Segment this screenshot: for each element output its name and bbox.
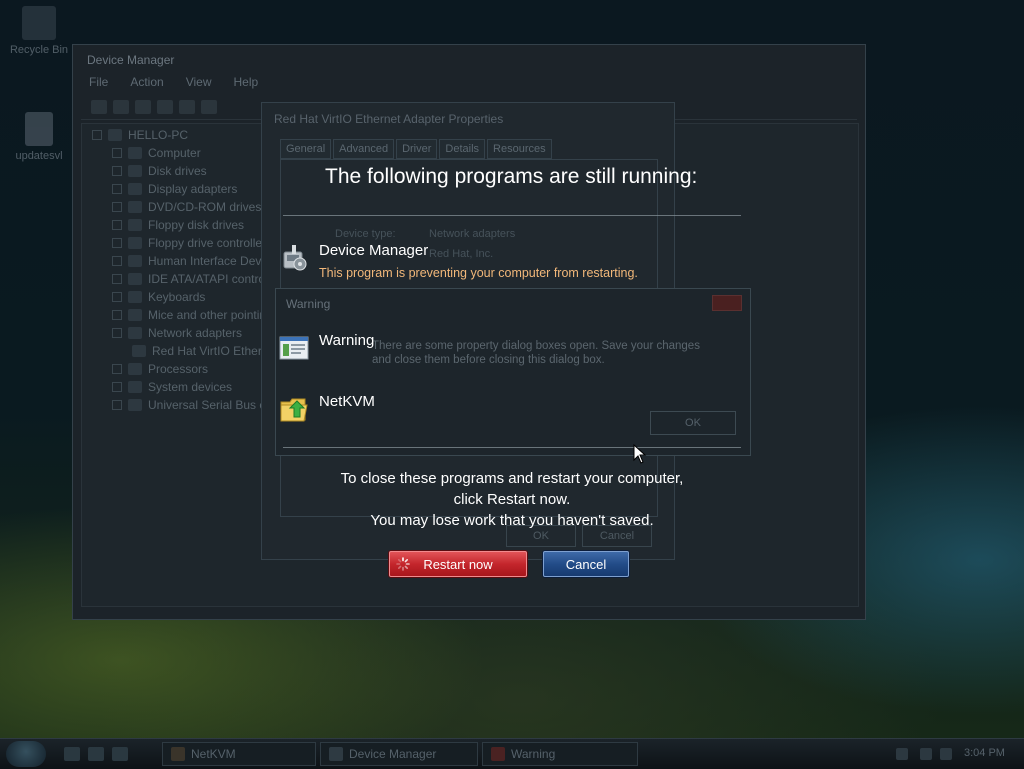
tray-icon[interactable] [896,748,908,760]
mouse-cursor-icon [633,444,647,464]
taskbar-item-warning[interactable]: Warning [482,742,638,766]
taskbar-item-label: Device Manager [349,747,437,761]
cancel-button[interactable]: Cancel [543,551,629,577]
program-blocking-note: This program is preventing your computer… [319,266,638,280]
restart-message: To close these programs and restart your… [300,468,724,531]
message-line-2: click Restart now. [453,491,571,508]
program-name: Device Manager [319,242,429,259]
switch-windows-icon[interactable] [88,747,104,761]
taskbar-item-label: NetKVM [191,747,236,761]
browser-icon[interactable] [112,747,128,761]
divider [283,215,741,216]
message-line-3: You may lose work that you haven't saved… [370,512,654,529]
restart-now-button[interactable]: Restart now [389,551,527,577]
warning-window-icon [279,336,309,360]
volume-icon[interactable] [940,748,952,760]
message-line-1: To close these programs and restart your… [340,470,684,487]
warning-icon [491,747,505,761]
program-name: NetKVM [319,393,375,410]
cancel-label: Cancel [565,556,607,572]
page-title: The following programs are still running… [325,165,698,188]
spinner-icon [396,557,410,571]
taskbar: NetKVM Device Manager Warning 3:04 PM [0,738,1024,769]
restart-now-label: Restart now [423,556,493,572]
device-manager-icon [329,747,343,761]
clock[interactable]: 3:04 PM [964,747,1005,759]
running-program-item[interactable]: Warning [278,332,374,364]
start-button[interactable] [6,741,46,767]
taskbar-item-label: Warning [511,747,556,761]
running-program-item[interactable]: NetKVM [278,393,375,425]
shutdown-blocker-screen: The following programs are still running… [0,0,1024,738]
divider [283,447,741,448]
folder-icon [171,747,185,761]
taskbar-item-netkvm[interactable]: NetKVM [162,742,316,766]
taskbar-item-device-manager[interactable]: Device Manager [320,742,478,766]
netkvm-folder-icon [280,398,308,422]
show-desktop-icon[interactable] [64,747,80,761]
device-manager-icon [283,245,307,271]
network-icon[interactable] [920,748,932,760]
running-program-item[interactable]: Device Manager This program is preventin… [278,242,638,280]
program-name: Warning [319,332,375,349]
